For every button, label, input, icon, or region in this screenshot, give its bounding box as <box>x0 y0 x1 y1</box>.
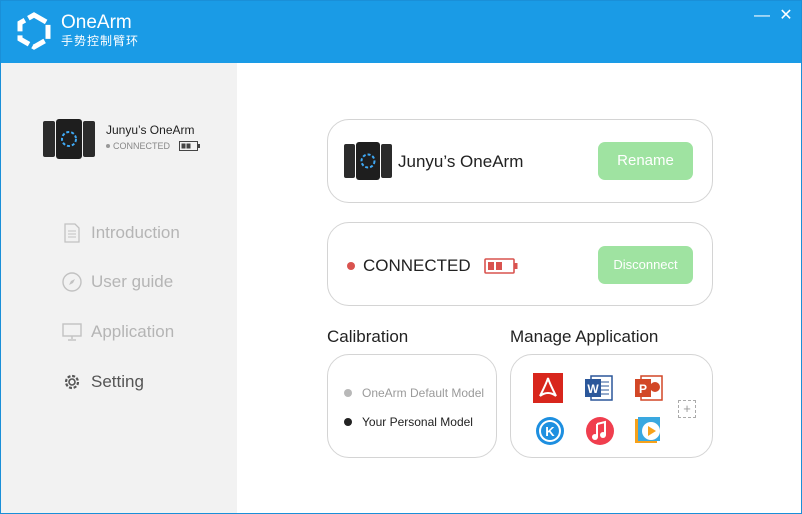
calibration-option-label: Your Personal Model <box>362 415 473 429</box>
calibration-title: Calibration <box>327 327 409 346</box>
sidebar-item-label: Introduction <box>91 223 180 242</box>
sidebar-item-label: Setting <box>91 372 144 391</box>
disconnect-button[interactable]: Disconnect <box>598 246 693 284</box>
onearm-logo-icon <box>17 12 51 50</box>
radio-dot <box>344 418 352 426</box>
word-icon[interactable]: W <box>584 373 614 403</box>
compass-icon <box>61 271 83 293</box>
kugou-music-icon[interactable]: K <box>535 416 565 446</box>
calibration-option-personal[interactable]: Your Personal Model <box>344 415 473 429</box>
media-player-icon[interactable] <box>634 416 664 446</box>
device-card: Junyu’s OneArm Rename <box>327 119 713 203</box>
svg-text:W: W <box>587 382 599 396</box>
sidebar-item-label: Application <box>91 322 175 341</box>
manage-application-title: Manage Application <box>510 327 659 346</box>
gear-icon <box>61 371 83 393</box>
device-name: Junyu’s OneArm <box>398 152 524 171</box>
app-subtitle: 手势控制臂环 <box>61 34 140 48</box>
sidebar-item-setting[interactable]: Setting <box>61 370 144 394</box>
app-window: OneArm 手势控制臂环 — ✕ Junyu’s OneArm CONNECT… <box>0 0 802 514</box>
sidebar-device-name: Junyu’s OneArm <box>106 123 195 137</box>
title-bar: OneArm 手势控制臂环 — ✕ <box>1 1 801 63</box>
pdf-reader-icon[interactable] <box>533 373 563 403</box>
radio-dot <box>344 389 352 397</box>
app-title: OneArm <box>61 12 132 33</box>
close-button[interactable]: ✕ <box>777 7 795 25</box>
status-dot <box>347 262 355 270</box>
svg-text:P: P <box>639 382 647 396</box>
itunes-icon[interactable] <box>585 416 615 446</box>
sidebar-item-application[interactable]: Application <box>61 320 174 344</box>
calibration-option-label: OneArm Default Model <box>362 386 485 400</box>
connection-card: CONNECTED Disconnect <box>327 222 713 306</box>
armband-device-icon <box>43 119 95 159</box>
document-icon <box>61 222 83 244</box>
manage-application-card: W P + K <box>510 354 713 458</box>
sidebar-item-label: User guide <box>91 272 174 291</box>
sidebar-status-text: CONNECTED <box>113 141 171 151</box>
calibration-option-default[interactable]: OneArm Default Model <box>344 386 484 400</box>
monitor-icon <box>61 321 83 343</box>
armband-device-icon <box>344 142 392 180</box>
battery-icon <box>484 258 518 274</box>
sidebar-item-user-guide[interactable]: User guide <box>61 270 173 294</box>
sidebar-device-status: CONNECTED <box>106 141 201 151</box>
svg-text:K: K <box>545 424 555 439</box>
minimize-button[interactable]: — <box>753 7 771 25</box>
add-application-button[interactable]: + <box>678 400 696 418</box>
calibration-card: OneArm Default Model Your Personal Model <box>327 354 497 458</box>
battery-icon <box>179 141 201 151</box>
status-dot <box>106 144 110 148</box>
rename-button[interactable]: Rename <box>598 142 693 180</box>
powerpoint-icon[interactable]: P <box>634 373 664 403</box>
sidebar-item-introduction[interactable]: Introduction <box>61 221 180 245</box>
sidebar: Junyu’s OneArm CONNECTED Introduction Us… <box>1 63 237 513</box>
connection-status: CONNECTED <box>363 256 471 275</box>
